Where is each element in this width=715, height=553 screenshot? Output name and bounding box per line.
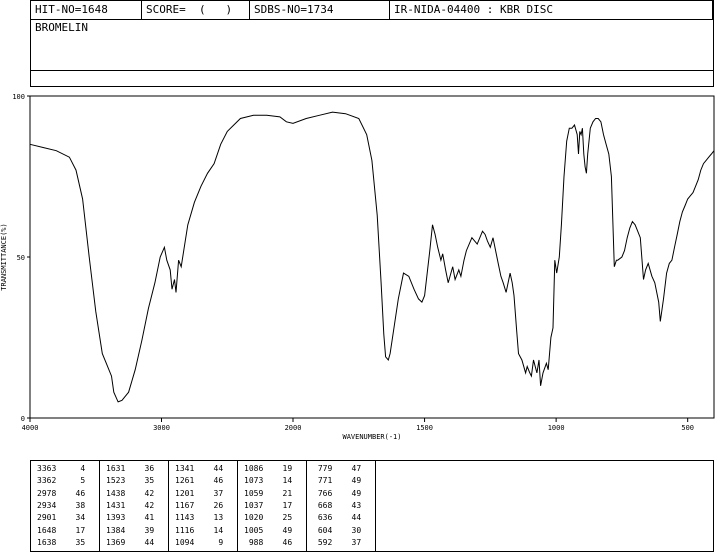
peak-row: 2934 38 (37, 500, 86, 510)
peak-table: 3363 4 3362 5 2978 46 2934 38 2901 34 1648 17… (30, 460, 714, 552)
x-tick-label: 1500 (416, 424, 433, 432)
peak-row: 1086 19 (244, 464, 293, 473)
peak-row: 779 47 (313, 464, 362, 473)
peak-row: 1167 26 (175, 500, 224, 510)
peak-column: 779 47 771 49 766 49 668 43 636 44 604 3… (307, 461, 376, 551)
peak-column: 3363 4 3362 5 2978 46 2934 38 2901 34 1648 17… (31, 461, 100, 551)
y-tick-label: 50 (17, 254, 25, 262)
peak-row: 771 49 (313, 476, 362, 486)
peak-row: 1431 42 (106, 500, 155, 510)
peak-row: 1648 17 (37, 525, 86, 535)
peak-row: 1261 46 (175, 476, 224, 486)
peak-row: 1143 13 (175, 513, 224, 523)
peak-row: 3362 5 (37, 476, 86, 486)
peak-row: 1201 37 (175, 488, 224, 498)
peak-row: 1631 36 (106, 464, 155, 473)
peak-row: 2901 34 (37, 513, 86, 523)
peak-row: 1005 49 (244, 525, 293, 535)
peak-row: 1059 21 (244, 488, 293, 498)
y-tick-label: 0 (21, 415, 25, 423)
peak-row: 604 30 (313, 525, 362, 535)
peak-column: 1631 36 1523 35 1438 42 1431 42 1393 41 1384 … (100, 461, 169, 551)
x-axis-label: WAVENUMBER(-1) (342, 433, 401, 441)
peak-row: 3363 4 (37, 464, 86, 473)
peak-row: 1073 14 (244, 476, 293, 486)
peak-row: 668 43 (313, 500, 362, 510)
peak-row: 1384 39 (106, 525, 155, 535)
peak-row: 592 37 (313, 537, 362, 547)
y-tick-label: 100 (12, 93, 25, 101)
peak-row: 1037 17 (244, 500, 293, 510)
peak-row: 1438 42 (106, 488, 155, 498)
x-tick-label: 500 (681, 424, 694, 432)
x-tick-label: 1000 (548, 424, 565, 432)
spectrum-line (29, 111, 715, 403)
peak-row: 1094 9 (175, 537, 224, 547)
x-tick-label: 3000 (153, 424, 170, 432)
peak-row: 1341 44 (175, 464, 224, 473)
peak-row: 2978 46 (37, 488, 86, 498)
peak-row: 1638 35 (37, 537, 86, 547)
y-axis-label: TRANSMITTANCE(%) (0, 223, 8, 290)
peak-row: 1369 44 (106, 537, 155, 547)
plot-frame (29, 95, 715, 419)
peak-row: 1393 41 (106, 513, 155, 523)
peak-row: 988 46 (244, 537, 293, 547)
peak-column: 1341 44 1261 46 1201 37 1167 26 1143 13 1116 … (169, 461, 238, 551)
x-tick-label: 2000 (285, 424, 302, 432)
x-tick-label: 4000 (22, 424, 39, 432)
ir-spectrum-chart: 4000 3000 2000 1500 1000 500 0 50 100 WAVENUMBER(… (0, 93, 715, 441)
peak-row: 1116 14 (175, 525, 224, 535)
peak-row: 1523 35 (106, 476, 155, 486)
peak-row: 636 44 (313, 513, 362, 523)
peak-column: 1086 19 1073 14 1059 21 1037 17 1020 25 1005 … (238, 461, 307, 551)
peak-row: 1020 25 (244, 513, 293, 523)
peak-row: 766 49 (313, 488, 362, 498)
